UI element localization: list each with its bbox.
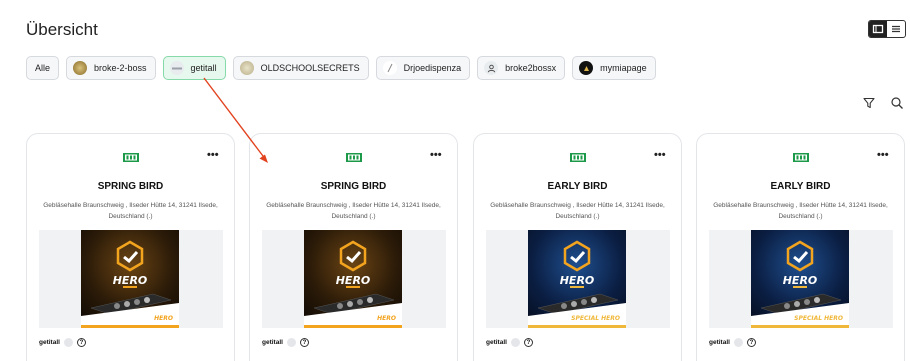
organizer-logo-icon — [793, 153, 809, 162]
ticket-title: SPRING BIRD — [97, 181, 164, 192]
filter-chips: Alle broke-2-boss getitall OLDSCHOOLSECR… — [26, 56, 656, 80]
card-footer: getitall ? — [262, 338, 309, 347]
organizer-name: getitall — [262, 339, 283, 346]
event-card[interactable]: ••• SPRING BIRD Gebläsehalle Braunschwei… — [249, 133, 458, 361]
event-poster: HERO HERO — [81, 230, 179, 328]
card-footer: getitall ? — [709, 338, 756, 347]
getitall-avatar — [169, 61, 184, 75]
user-icon — [484, 61, 499, 75]
svg-text:HERO: HERO — [336, 274, 371, 287]
more-options-button[interactable]: ••• — [877, 150, 889, 161]
event-card[interactable]: ••• SPRING BIRD Gebläsehalle Braunschwei… — [26, 133, 235, 361]
help-icon[interactable]: ? — [299, 338, 309, 347]
filter-chip-oldschoolsecrets[interactable]: OLDSCHOOLSECRETS — [232, 56, 369, 80]
organizer-name: getitall — [709, 339, 730, 346]
drjoedispenza-avatar — [382, 61, 397, 75]
event-address: Gebläsehalle Braunschweig , Ilseder Hütt… — [490, 202, 665, 220]
event-image[interactable]: HERO HERO — [262, 230, 446, 328]
organizer-logo-icon — [570, 153, 586, 162]
event-card[interactable]: ••• EARLY BIRD Gebläsehalle Braunschweig… — [696, 133, 905, 361]
organizer-avatar — [510, 338, 520, 347]
filter-icon[interactable] — [862, 96, 876, 110]
svg-text:HERO: HERO — [113, 274, 148, 287]
help-icon[interactable]: ? — [76, 338, 86, 347]
event-poster: HERO SPECIAL HERO — [751, 230, 849, 328]
view-toggle[interactable] — [868, 20, 906, 38]
event-image[interactable]: HERO SPECIAL HERO — [486, 230, 670, 328]
card-footer: getitall ? — [39, 338, 86, 347]
more-options-button[interactable]: ••• — [207, 150, 219, 161]
filter-chip-broke-2-boss[interactable]: broke-2-boss — [66, 56, 156, 80]
poster-label: HERO — [377, 315, 396, 322]
hero-emblem-icon: HERO — [751, 240, 849, 328]
organizer-name: getitall — [486, 339, 507, 346]
organizer-logo-icon — [123, 153, 139, 162]
event-card[interactable]: ••• EARLY BIRD Gebläsehalle Braunschweig… — [473, 133, 682, 361]
filter-chip-alle[interactable]: Alle — [26, 56, 60, 80]
ticket-title: EARLY BIRD — [770, 181, 831, 192]
svg-text:HERO: HERO — [783, 274, 818, 287]
event-poster: HERO SPECIAL HERO — [528, 230, 626, 328]
organizer-avatar — [733, 338, 743, 347]
search-icon[interactable] — [890, 96, 904, 110]
list-view-icon[interactable] — [887, 21, 905, 37]
broke-2-boss-avatar — [73, 61, 88, 75]
organizer-logo-icon — [346, 153, 362, 162]
event-address: Gebläsehalle Braunschweig , Ilseder Hütt… — [266, 202, 441, 220]
event-address: Gebläsehalle Braunschweig , Ilseder Hütt… — [43, 202, 218, 220]
event-address: Gebläsehalle Braunschweig , Ilseder Hütt… — [713, 202, 888, 220]
poster-label: HERO — [154, 315, 173, 322]
organizer-name: getitall — [39, 339, 60, 346]
event-image[interactable]: HERO SPECIAL HERO — [709, 230, 893, 328]
hero-emblem-icon: HERO — [81, 240, 179, 328]
more-options-button[interactable]: ••• — [430, 150, 442, 161]
help-icon[interactable]: ? — [523, 338, 533, 347]
poster-label: SPECIAL HERO — [794, 315, 843, 322]
organizer-avatar — [63, 338, 73, 347]
grid-view-icon[interactable] — [869, 21, 887, 37]
svg-text:HERO: HERO — [560, 274, 595, 287]
page-title: Übersicht — [26, 20, 98, 39]
organizer-avatar — [286, 338, 296, 347]
filter-chip-getitall[interactable]: getitall — [162, 56, 226, 80]
hero-emblem-icon: HERO — [304, 240, 402, 328]
ticket-title: SPRING BIRD — [320, 181, 387, 192]
poster-label: SPECIAL HERO — [571, 315, 620, 322]
event-poster: HERO HERO — [304, 230, 402, 328]
ticket-title: EARLY BIRD — [547, 181, 608, 192]
oldschoolsecrets-avatar — [239, 61, 254, 75]
hero-emblem-icon: HERO — [528, 240, 626, 328]
filter-chip-mymiapage[interactable]: mymiapage — [572, 56, 656, 80]
more-options-button[interactable]: ••• — [654, 150, 666, 161]
filter-chip-broke2bossx[interactable]: broke2bossx — [477, 56, 566, 80]
event-image[interactable]: HERO HERO — [39, 230, 223, 328]
filter-chip-drjoedispenza[interactable]: Drjoedispenza — [375, 56, 471, 80]
card-footer: getitall ? — [486, 338, 533, 347]
mymiapage-avatar — [579, 61, 594, 75]
help-icon[interactable]: ? — [746, 338, 756, 347]
